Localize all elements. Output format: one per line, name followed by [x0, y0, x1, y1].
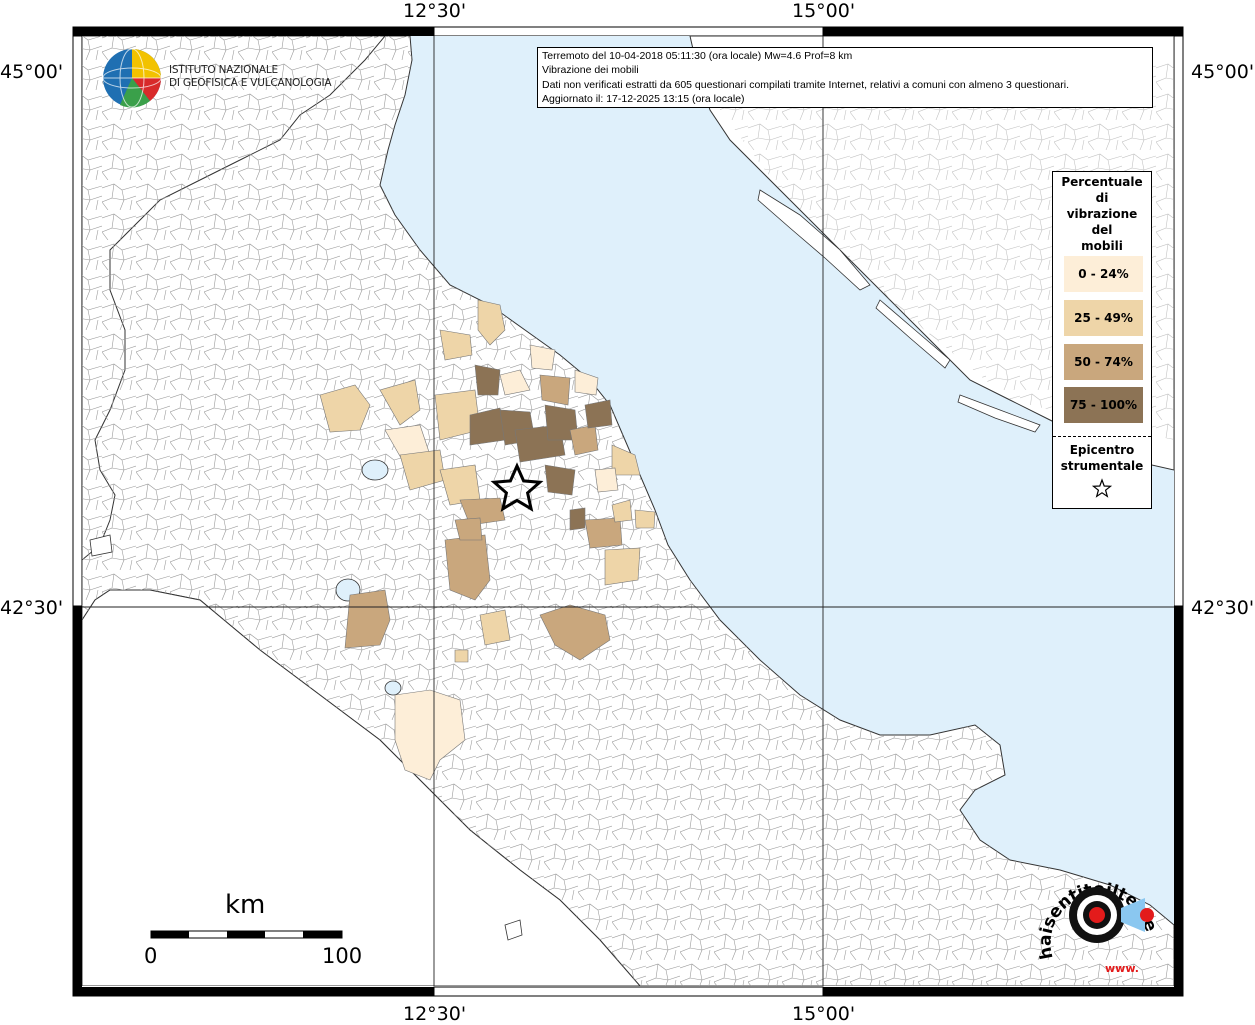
legend-item-75-100: 75 - 100% — [1064, 387, 1143, 423]
lat-label-right-top: 45°00' — [1191, 61, 1255, 83]
lake-trasimeno — [361, 459, 389, 481]
lat-label-right-bottom: 42°30' — [1191, 597, 1255, 619]
ingv-name: ISTITUTO NAZIONALE DI GEOFISICA E VULCAN… — [169, 64, 332, 90]
ingv-name-line2: DI GEOFISICA E VULCANOLOGIA — [169, 77, 332, 89]
ingv-name-line1: ISTITUTO NAZIONALE — [169, 64, 278, 76]
legend-title-line: Percentuale — [1061, 175, 1143, 189]
legend-title: Percentuale di vibrazione del mobili — [1057, 172, 1147, 254]
lat-label-left-top: 45°00' — [0, 61, 64, 83]
scale-unit: km — [225, 890, 266, 920]
lake-bracciano — [384, 680, 402, 696]
scale-end: 100 — [322, 944, 363, 968]
legend-star-icon — [1091, 478, 1113, 498]
legend-title-line: del — [1091, 223, 1113, 237]
legend-divider — [1053, 436, 1151, 437]
legend-title-line: vibrazione — [1066, 207, 1138, 221]
updated-on: Aggiornato il: 17-12-2025 13:15 (ora loc… — [542, 93, 745, 106]
legend-epicenter-label: Epicentro strumentale — [1053, 442, 1151, 474]
scale-start: 0 — [144, 944, 158, 968]
event-info-box: Terremoto del 10-04-2018 05:11:30 (ora l… — [537, 47, 1153, 108]
hsi-logo: haisentitoilterremoto.it www. — [1035, 868, 1161, 975]
lon-label-bottom-left: 12°30' — [403, 1003, 467, 1025]
legend-item-25-49: 25 - 49% — [1064, 300, 1143, 336]
legend-title-line: di — [1095, 191, 1109, 205]
legend-epicenter-line: strumentale — [1060, 459, 1144, 473]
map-subject: Vibrazione dei mobili — [542, 64, 639, 77]
legend-title-line: mobili — [1081, 239, 1123, 253]
legend-epicenter-line: Epicentro — [1069, 443, 1135, 457]
data-note: Dati non verificati estratti da 605 ques… — [542, 78, 1070, 91]
legend-item-0-24: 0 - 24% — [1064, 256, 1143, 292]
lat-label-left-bottom: 42°30' — [0, 597, 64, 619]
lon-label-top-right: 15°00' — [792, 0, 856, 22]
legend: Percentuale di vibrazione del mobili 0 -… — [1052, 171, 1152, 509]
legend-item-50-74: 50 - 74% — [1064, 344, 1143, 380]
event-title: Terremoto del 10-04-2018 05:11:30 (ora l… — [542, 50, 853, 62]
scale-bar — [150, 930, 343, 939]
lon-label-bottom-right: 15°00' — [792, 1003, 856, 1025]
lon-label-top-left: 12°30' — [403, 0, 467, 22]
hsi-url-prefix: www. — [1105, 962, 1139, 975]
ingv-logo — [102, 48, 162, 108]
